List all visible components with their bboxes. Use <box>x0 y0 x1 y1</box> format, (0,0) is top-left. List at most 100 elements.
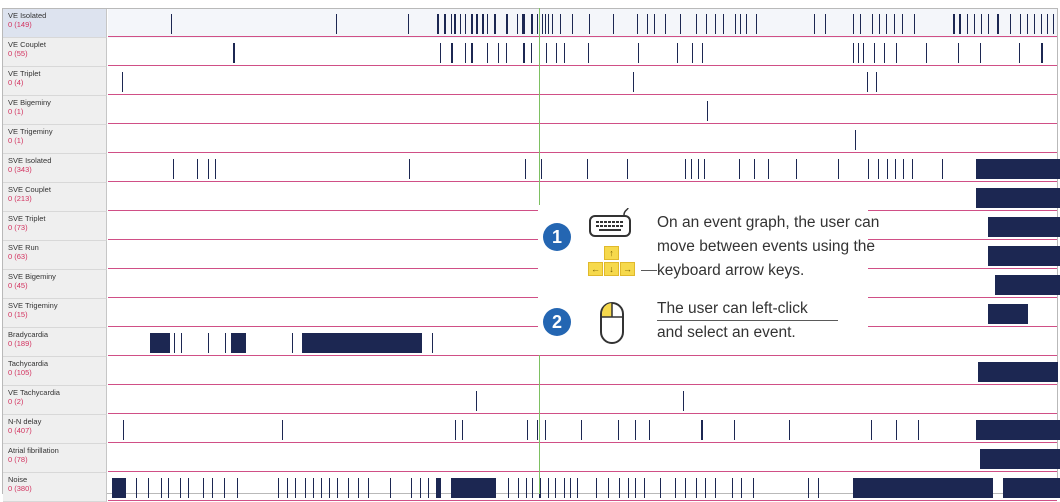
event-marker[interactable] <box>1019 43 1020 63</box>
event-marker[interactable] <box>976 188 1060 208</box>
event-marker[interactable] <box>825 14 826 34</box>
event-marker[interactable] <box>902 14 903 34</box>
event-marker[interactable] <box>635 478 636 498</box>
event-marker[interactable] <box>660 478 661 498</box>
event-marker[interactable] <box>231 333 246 353</box>
event-marker[interactable] <box>871 420 872 440</box>
event-marker[interactable] <box>732 478 733 498</box>
event-marker[interactable] <box>476 14 478 34</box>
event-marker[interactable] <box>995 275 1060 295</box>
event-marker[interactable] <box>723 14 724 34</box>
event-marker[interactable] <box>531 14 533 34</box>
event-row[interactable]: SVE Triplet 0 (73) <box>3 212 1060 241</box>
event-row-label[interactable]: SVE Couplet 0 (213) <box>3 183 107 212</box>
event-row-label[interactable]: VE Couplet 0 (55) <box>3 38 107 67</box>
event-marker[interactable] <box>171 14 172 34</box>
event-marker[interactable] <box>926 43 927 63</box>
event-marker[interactable] <box>428 478 429 498</box>
event-marker[interactable] <box>654 14 655 34</box>
event-row-label[interactable]: SVE Run 0 (63) <box>3 241 107 270</box>
event-marker[interactable] <box>302 333 422 353</box>
event-marker[interactable] <box>570 478 571 498</box>
event-marker[interactable] <box>420 478 421 498</box>
event-marker[interactable] <box>649 420 650 440</box>
event-marker[interactable] <box>409 159 410 179</box>
event-marker[interactable] <box>215 159 216 179</box>
event-marker[interactable] <box>237 478 238 498</box>
event-marker[interactable] <box>444 14 446 34</box>
event-marker[interactable] <box>702 43 703 63</box>
event-marker[interactable] <box>577 478 578 498</box>
event-marker[interactable] <box>136 478 137 498</box>
event-track[interactable] <box>108 444 1060 473</box>
event-marker[interactable] <box>633 72 634 92</box>
event-marker[interactable] <box>988 14 989 34</box>
event-marker[interactable] <box>224 478 225 498</box>
event-marker[interactable] <box>715 478 716 498</box>
event-marker[interactable] <box>1041 43 1043 63</box>
event-marker[interactable] <box>734 420 735 440</box>
event-marker[interactable] <box>292 333 293 353</box>
event-marker[interactable] <box>408 14 409 34</box>
event-row[interactable]: VE Bigeminy 0 (1) <box>3 96 1057 125</box>
event-marker[interactable] <box>675 478 676 498</box>
event-marker[interactable] <box>853 43 854 63</box>
event-marker[interactable] <box>1053 14 1054 34</box>
event-marker[interactable] <box>465 43 466 63</box>
event-marker[interactable] <box>546 43 547 63</box>
event-marker[interactable] <box>637 14 638 34</box>
event-marker[interactable] <box>860 14 861 34</box>
event-marker[interactable] <box>188 478 189 498</box>
event-marker[interactable] <box>896 43 897 63</box>
event-marker[interactable] <box>123 420 124 440</box>
event-marker[interactable] <box>197 159 198 179</box>
event-marker[interactable] <box>122 72 123 92</box>
event-marker[interactable] <box>526 478 527 498</box>
event-marker[interactable] <box>704 159 705 179</box>
event-marker[interactable] <box>895 159 896 179</box>
event-marker[interactable] <box>838 159 839 179</box>
event-marker[interactable] <box>988 217 1060 237</box>
event-marker[interactable] <box>853 478 993 498</box>
event-marker[interactable] <box>715 14 716 34</box>
event-marker[interactable] <box>440 43 441 63</box>
event-marker[interactable] <box>1041 14 1042 34</box>
event-row-label[interactable]: Atrial fibrillation 0 (78) <box>3 444 107 473</box>
event-marker[interactable] <box>295 478 296 498</box>
event-row[interactable]: VE Tachycardia 0 (2) <box>3 386 1057 415</box>
event-marker[interactable] <box>976 420 1060 440</box>
event-marker[interactable] <box>981 14 982 34</box>
event-marker[interactable] <box>1027 14 1028 34</box>
event-marker[interactable] <box>337 478 338 498</box>
event-marker[interactable] <box>278 478 279 498</box>
event-marker[interactable] <box>321 478 322 498</box>
event-marker[interactable] <box>161 478 162 498</box>
event-marker[interactable] <box>696 14 697 34</box>
event-marker[interactable] <box>522 14 525 34</box>
event-marker[interactable] <box>863 43 864 63</box>
event-marker[interactable] <box>958 43 959 63</box>
event-row[interactable]: VE Trigeminy 0 (1) <box>3 125 1057 154</box>
event-marker[interactable] <box>506 14 508 34</box>
event-marker[interactable] <box>518 478 519 498</box>
event-marker[interactable] <box>436 478 441 498</box>
event-marker[interactable] <box>988 304 1028 324</box>
event-track[interactable] <box>108 154 1060 183</box>
event-marker[interactable] <box>465 14 466 34</box>
event-marker[interactable] <box>1034 14 1035 34</box>
event-marker[interactable] <box>692 43 693 63</box>
event-marker[interactable] <box>942 159 943 179</box>
event-marker[interactable] <box>471 43 473 63</box>
event-track[interactable] <box>108 125 1057 154</box>
event-row-label[interactable]: SVE Bigeminy 0 (45) <box>3 270 107 299</box>
event-marker[interactable] <box>635 420 636 440</box>
event-marker[interactable] <box>313 478 314 498</box>
event-marker[interactable] <box>462 420 463 440</box>
event-marker[interactable] <box>329 478 330 498</box>
event-marker[interactable] <box>168 478 169 498</box>
event-marker[interactable] <box>208 333 209 353</box>
event-marker[interactable] <box>647 14 648 34</box>
event-marker[interactable] <box>233 43 235 63</box>
event-row[interactable]: VE Triplet 0 (4) <box>3 67 1057 96</box>
event-marker[interactable] <box>879 14 880 34</box>
